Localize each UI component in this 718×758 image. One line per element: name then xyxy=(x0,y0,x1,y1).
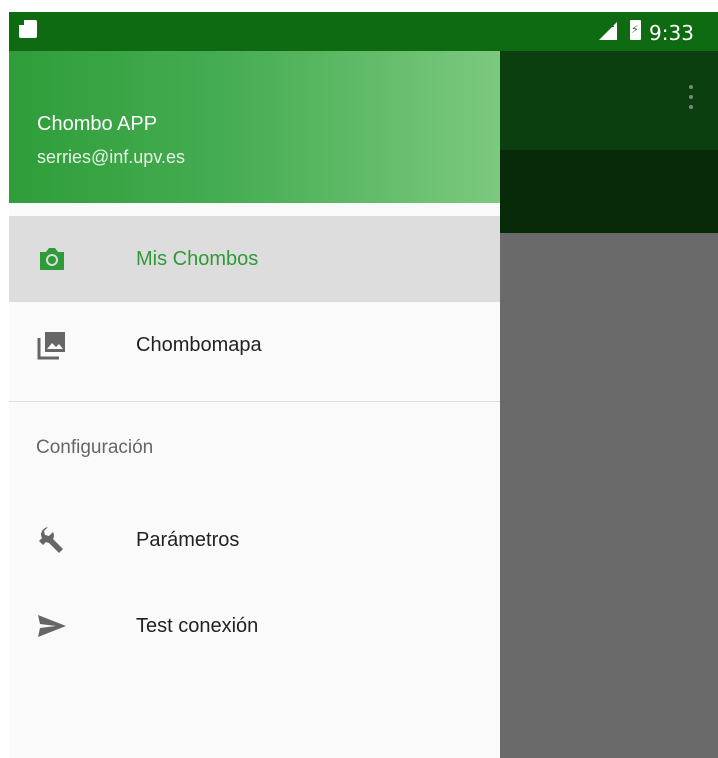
drawer-item-label: Chombomapa xyxy=(136,334,262,356)
drawer-item-parametros[interactable]: Parámetros xyxy=(9,497,500,583)
drawer-item-test-conexion[interactable]: Test conexión xyxy=(9,583,500,669)
app-tab-strip xyxy=(500,150,718,233)
drawer-item-mis-chombos[interactable]: Mis Chombos xyxy=(9,216,500,302)
drawer-item-label: Parámetros xyxy=(136,529,240,551)
drawer-scrim[interactable] xyxy=(500,233,718,758)
drawer-user-email: serries@inf.upv.es xyxy=(37,147,185,167)
photo-library-icon xyxy=(37,332,65,360)
sd-card-icon xyxy=(19,20,37,38)
battery-icon xyxy=(630,20,641,40)
network-type: LTE xyxy=(597,19,615,29)
status-bar: LTE 9:33 xyxy=(9,12,718,51)
wrench-icon xyxy=(39,526,63,553)
drawer-divider xyxy=(9,401,500,402)
device-screen: LTE 9:33 Chombo APP serries@inf.upv.es M… xyxy=(9,12,718,758)
drawer-item-label: Test conexión xyxy=(136,615,259,637)
camera-icon xyxy=(40,248,64,270)
drawer-header: Chombo APP serries@inf.upv.es xyxy=(9,51,500,203)
status-time: 9:33 xyxy=(649,21,694,45)
navigation-drawer: Chombo APP serries@inf.upv.es Mis Chombo… xyxy=(9,51,500,758)
drawer-item-chombomapa[interactable]: Chombomapa xyxy=(9,302,500,388)
send-icon xyxy=(38,615,66,637)
drawer-item-label: Mis Chombos xyxy=(136,248,259,270)
drawer-app-title: Chombo APP xyxy=(37,113,158,135)
drawer-section-title: Configuración xyxy=(36,437,154,458)
overflow-menu-icon[interactable] xyxy=(689,85,693,115)
app-toolbar xyxy=(500,51,718,150)
